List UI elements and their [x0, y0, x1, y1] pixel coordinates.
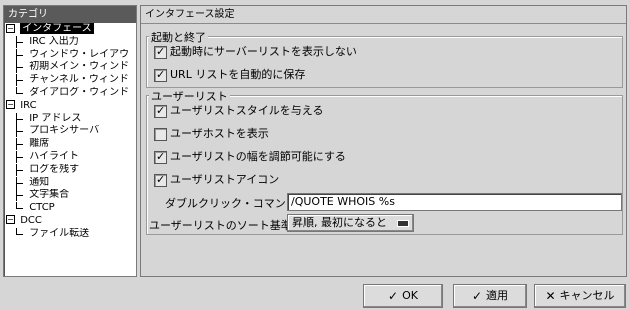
sort-order-value: 昇順, 最初になると	[292, 216, 387, 229]
tree-item-label: ダイアログ・ウィンド	[29, 86, 130, 98]
tree-branch-line	[16, 61, 24, 74]
tree-branch-line	[16, 86, 24, 94]
category-panel: カテゴリ − インタフェース IRC 入出力 ウィンドウ・レイアウ 初期メイン・…	[3, 5, 137, 277]
close-icon: ✕	[545, 289, 556, 303]
check-icon: ✓	[471, 289, 483, 303]
checkbox-show-hosts[interactable]	[154, 127, 167, 141]
tree-item-label: CTCP	[29, 202, 55, 214]
tree-item-dialog-window[interactable]: ダイアログ・ウィンド	[4, 86, 136, 100]
checkbox-no-serverlist[interactable]	[154, 45, 167, 59]
settings-panel: インタフェース設定 起動と終了 起動時にサーバーリストを表示しない URL リス…	[140, 5, 627, 277]
checkbox-row-resizable[interactable]: ユーザリストの幅を調節可能にする	[154, 150, 346, 164]
tree-item-label: DCC	[20, 214, 42, 226]
preferences-window: カテゴリ − インタフェース IRC 入出力 ウィンドウ・レイアウ 初期メイン・…	[0, 0, 629, 310]
checkbox-label: ユーザリストの幅を調節可能にする	[170, 150, 346, 163]
checkbox-label: ユーザリストアイコン	[170, 173, 280, 186]
apply-button[interactable]: ✓ 適用	[453, 284, 527, 308]
tree-item-label: ファイル転送	[29, 227, 90, 239]
checkbox-label: URL リストを自動的に保存	[170, 68, 306, 81]
tree-item-file-transfer[interactable]: ファイル転送	[4, 227, 136, 241]
tree-item-label: 文字集合	[29, 189, 70, 201]
option-menu-indicator-icon	[396, 219, 409, 227]
tree-item-irc[interactable]: − IRC	[4, 100, 136, 113]
startup-group: 起動と終了 起動時にサーバーリストを表示しない URL リストを自動的に保存	[146, 29, 623, 88]
checkbox-row-save-urls[interactable]: URL リストを自動的に保存	[154, 68, 305, 82]
tree-item-label: プロキシサーバ	[29, 125, 100, 137]
apply-button-label: 適用	[486, 289, 509, 302]
group-title: ユーザーリスト	[149, 88, 230, 104]
doubleclick-command-label: ダブルクリック・コマンド:	[165, 197, 301, 210]
tree-branch-line	[16, 202, 24, 210]
collapse-icon[interactable]: −	[6, 23, 15, 33]
checkbox-row-userlist-style[interactable]: ユーザリストスタイルを与える	[154, 104, 323, 118]
tree-item-notify[interactable]: 通知	[4, 176, 136, 190]
checkbox-label: ユーザリストスタイルを与える	[170, 104, 324, 117]
tree-branch-line	[16, 74, 24, 87]
check-icon: ✓	[388, 289, 399, 303]
tree-branch-line	[16, 48, 24, 61]
tree-item-label: IP アドレス	[29, 112, 82, 124]
collapse-icon[interactable]: −	[6, 215, 15, 225]
tree-item-highlight[interactable]: ハイライト	[4, 150, 136, 164]
checkbox-icons[interactable]	[154, 173, 167, 187]
tree-branch-line	[16, 125, 24, 138]
tree-item-label: 初期メイン・ウィンド	[29, 61, 130, 73]
ok-button-label: OK	[402, 289, 418, 302]
tree-item-charset[interactable]: 文字集合	[4, 189, 136, 202]
tree-branch-line	[16, 176, 24, 189]
userlist-group: ユーザーリスト ユーザリストスタイルを与える ユーザホストを表示 ユーザリストの…	[146, 88, 623, 235]
tree-item-ip-address[interactable]: IP アドレス	[4, 112, 136, 126]
tree-branch-line	[16, 138, 24, 151]
tree-branch-line	[16, 227, 24, 235]
sort-order-select[interactable]: 昇順, 最初になると	[287, 214, 414, 232]
tree-item-ctcp[interactable]: CTCP	[4, 202, 136, 215]
tree-branch-line	[16, 35, 24, 48]
tree-item-label: IRC	[20, 99, 37, 111]
tree-item-label: ハイライト	[29, 150, 79, 162]
checkbox-label: 起動時にサーバーリストを表示しない	[170, 45, 357, 58]
tree-branch-line	[16, 150, 24, 163]
settings-header: インタフェース設定	[141, 6, 626, 24]
cancel-button[interactable]: ✕ キャンセル	[534, 284, 626, 308]
tree-branch-line	[16, 163, 24, 176]
tree-item-label: 通知	[29, 176, 50, 188]
tree-item-label: ウィンドウ・レイアウ	[29, 48, 130, 60]
tree-item-channel-window[interactable]: チャンネル・ウィンド	[4, 74, 136, 87]
ok-button[interactable]: ✓ OK	[363, 284, 443, 308]
tree-item-main-window[interactable]: 初期メイン・ウィンド	[4, 61, 136, 74]
group-title: 起動と終了	[149, 29, 208, 45]
tree-item-window-layout[interactable]: ウィンドウ・レイアウ	[4, 48, 136, 62]
checkbox-row-icons[interactable]: ユーザリストアイコン	[154, 173, 279, 187]
doubleclick-command-input[interactable]: /QUOTE WHOIS %s	[287, 193, 622, 211]
tree-item-away[interactable]: 離席	[4, 138, 136, 151]
category-header: カテゴリ	[4, 6, 136, 23]
tree-item-dcc[interactable]: − DCC	[4, 215, 136, 228]
collapse-icon[interactable]: −	[6, 100, 15, 110]
tree-item-label: インタフェース	[20, 23, 94, 34]
checkbox-resizable[interactable]	[154, 150, 167, 164]
checkbox-row-show-hosts[interactable]: ユーザホストを表示	[154, 127, 269, 141]
category-tree: − インタフェース IRC 入出力 ウィンドウ・レイアウ 初期メイン・ウィンド …	[4, 23, 136, 241]
checkbox-row-no-serverlist[interactable]: 起動時にサーバーリストを表示しない	[154, 45, 357, 59]
tree-item-interface[interactable]: − インタフェース	[4, 23, 136, 36]
checkbox-userlist-style[interactable]	[154, 104, 167, 118]
tree-item-label: 離席	[29, 138, 50, 150]
tree-item-label: IRC 入出力	[29, 35, 79, 47]
cancel-button-label: キャンセル	[559, 289, 615, 302]
tree-branch-line	[16, 189, 24, 202]
tree-item-logging[interactable]: ログを残す	[4, 163, 136, 177]
sort-order-label: ユーザーリストのソート基準:	[149, 219, 296, 232]
tree-item-label: ログを残す	[29, 163, 80, 175]
tree-item-proxy[interactable]: プロキシサーバ	[4, 125, 136, 138]
tree-item-irc-io[interactable]: IRC 入出力	[4, 35, 136, 49]
tree-item-label: チャンネル・ウィンド	[29, 74, 129, 86]
tree-branch-line	[16, 112, 24, 125]
checkbox-label: ユーザホストを表示	[170, 127, 269, 140]
checkbox-save-urls[interactable]	[154, 68, 167, 82]
